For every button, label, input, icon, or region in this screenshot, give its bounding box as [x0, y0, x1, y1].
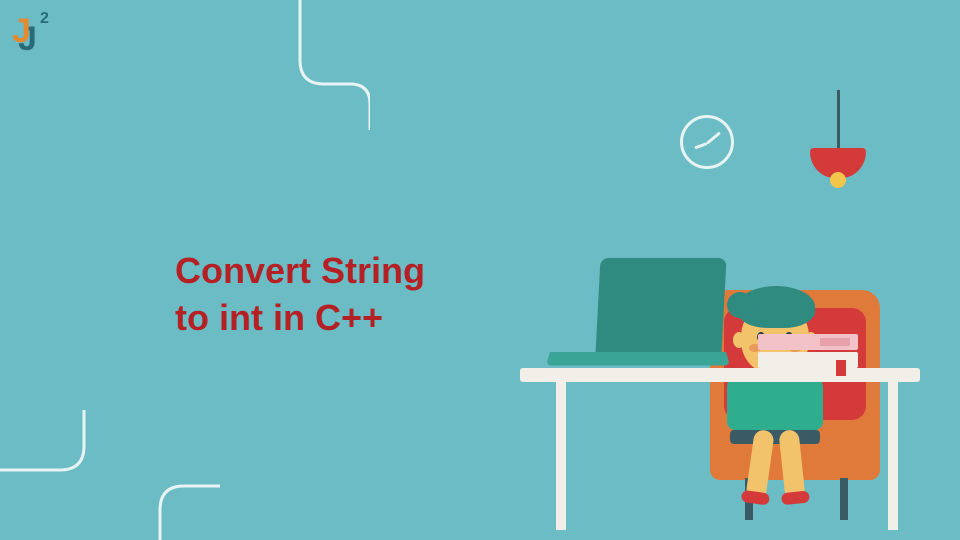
books-icon: [758, 334, 858, 368]
desk-icon: [520, 368, 920, 382]
laptop-icon: [550, 258, 730, 368]
lamp-icon: [810, 90, 866, 178]
page-title: Convert String to int in C++: [175, 248, 425, 342]
person-at-desk-illustration: [560, 200, 920, 540]
title-line-1: Convert String: [175, 248, 425, 295]
j2-logo: J J 2: [12, 12, 62, 62]
title-line-2: to int in C++: [175, 295, 425, 342]
clock-icon: [680, 115, 734, 169]
logo-superscript: 2: [40, 10, 49, 28]
logo-glyph-front: J: [12, 12, 31, 51]
